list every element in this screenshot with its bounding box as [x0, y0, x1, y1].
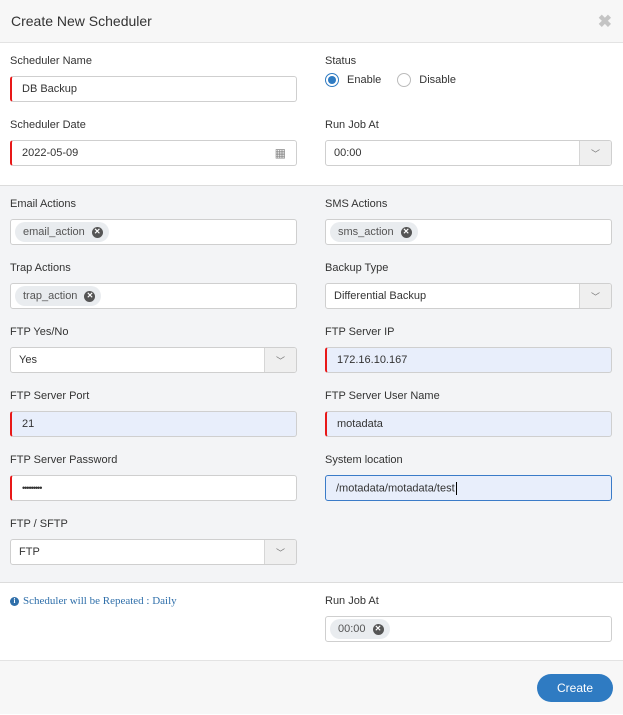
- email-actions-input[interactable]: email_action ✕: [10, 219, 297, 245]
- chevron-down-icon[interactable]: ﹀: [264, 348, 296, 372]
- email-actions-label: Email Actions: [10, 198, 77, 210]
- repeat-info: i Scheduler will be Repeated : Daily: [10, 595, 297, 607]
- repeat-run-job-at-label: Run Job At: [325, 595, 379, 607]
- ftp-server-port-input[interactable]: 21: [10, 411, 297, 437]
- text-cursor: [455, 481, 457, 495]
- create-button[interactable]: Create: [537, 673, 613, 702]
- modal-footer: Create: [0, 661, 623, 714]
- ftp-server-user-label: FTP Server User Name: [325, 390, 440, 402]
- ftp-server-password-input[interactable]: •••••••••: [10, 475, 297, 501]
- ftp-server-port-label: FTP Server Port: [10, 390, 90, 402]
- sms-actions-input[interactable]: sms_action ✕: [325, 219, 612, 245]
- radio-unchecked-icon: [397, 73, 412, 87]
- trap-actions-label: Trap Actions: [10, 262, 71, 274]
- chevron-down-icon[interactable]: ﹀: [579, 284, 611, 308]
- backup-type-label: Backup Type: [325, 262, 389, 274]
- status-label: Status: [325, 55, 357, 67]
- chevron-down-icon[interactable]: ﹀: [264, 540, 296, 564]
- status-disable-radio[interactable]: Disable: [397, 73, 456, 87]
- ftp-server-ip-input[interactable]: 172.16.10.167: [325, 347, 612, 373]
- radio-checked-icon: [325, 73, 339, 87]
- trap-actions-input[interactable]: trap_action ✕: [10, 283, 297, 309]
- ftp-server-ip-label: FTP Server IP: [325, 326, 395, 338]
- status-enable-radio[interactable]: Enable: [325, 73, 381, 87]
- info-icon: i: [10, 596, 19, 606]
- backup-type-select[interactable]: Differential Backup ﹀: [325, 283, 612, 309]
- scheduler-date-label: Scheduler Date: [10, 119, 86, 131]
- modal-header: Create New Scheduler ✖: [0, 0, 623, 43]
- actions-section: Email Actions email_action ✕ Trap Action…: [0, 186, 623, 583]
- general-section: Scheduler Name DB Backup Scheduler Date …: [0, 43, 623, 186]
- run-job-at-select[interactable]: 00:00 ﹀: [325, 140, 612, 166]
- sms-action-tag: sms_action ✕: [330, 222, 418, 242]
- calendar-icon[interactable]: ▦: [275, 146, 286, 160]
- scheduler-name-input[interactable]: DB Backup: [10, 76, 297, 102]
- trap-action-tag: trap_action ✕: [15, 286, 102, 306]
- remove-tag-icon[interactable]: ✕: [400, 226, 412, 238]
- repeat-section: i Scheduler will be Repeated : Daily Run…: [0, 583, 623, 661]
- time-tag: 00:00 ✕: [330, 619, 390, 639]
- scheduler-name-label: Scheduler Name: [10, 55, 92, 67]
- ftp-yes-no-select[interactable]: Yes ﹀: [10, 347, 297, 373]
- remove-tag-icon[interactable]: ✕: [372, 623, 384, 635]
- status-radio-group: Enable Disable: [325, 71, 612, 89]
- ftp-yes-no-label: FTP Yes/No: [10, 326, 69, 338]
- system-location-label: System location: [325, 454, 403, 466]
- sms-actions-label: SMS Actions: [325, 198, 388, 210]
- scheduler-date-input[interactable]: 2022-05-09 ▦: [10, 140, 297, 166]
- repeat-run-job-at-input[interactable]: 00:00 ✕: [325, 616, 612, 642]
- remove-tag-icon[interactable]: ✕: [91, 226, 103, 238]
- create-scheduler-modal: Create New Scheduler ✖ Scheduler Name DB…: [0, 0, 623, 715]
- chevron-down-icon[interactable]: ﹀: [579, 141, 611, 165]
- ftp-server-user-input[interactable]: motadata: [325, 411, 612, 437]
- ftp-sftp-select[interactable]: FTP ﹀: [10, 539, 297, 565]
- close-icon[interactable]: ✖: [598, 13, 612, 30]
- remove-tag-icon[interactable]: ✕: [84, 290, 96, 302]
- ftp-server-password-label: FTP Server Password: [10, 454, 118, 466]
- modal-title: Create New Scheduler: [11, 13, 152, 29]
- ftp-sftp-label: FTP / SFTP: [10, 518, 68, 530]
- run-job-at-label: Run Job At: [325, 119, 379, 131]
- system-location-input[interactable]: /motadata/motadata/test: [325, 475, 612, 501]
- email-action-tag: email_action ✕: [15, 222, 109, 242]
